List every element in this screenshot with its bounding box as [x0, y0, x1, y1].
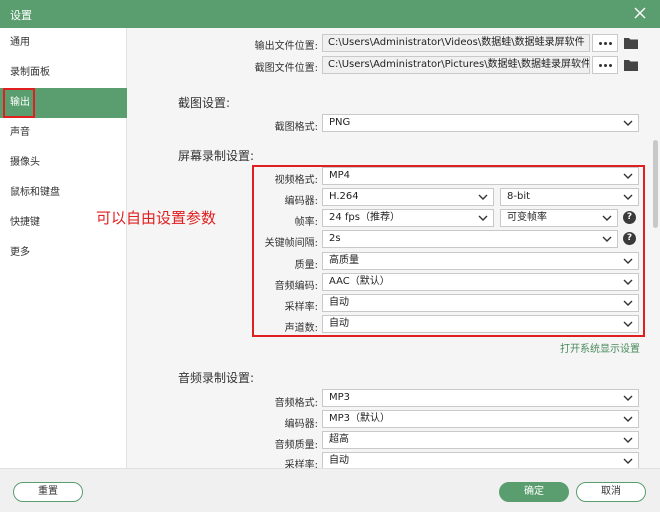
sidebar-item-general[interactable]: 通用 [0, 28, 127, 58]
video-path-label: 输出文件位置: [254, 41, 318, 52]
annotation-text: 可以自由设置参数 [96, 209, 217, 227]
chevron-down-icon [623, 120, 633, 126]
audio-format-value: MP3 [329, 392, 351, 403]
scrollbar-thumb[interactable] [653, 140, 658, 228]
sidebar-item-mouse-keyboard[interactable]: 鼠标和键盘 [0, 178, 127, 208]
window-title: 设置 [10, 9, 32, 22]
open-display-settings-link[interactable]: 打开系统显示设置 [560, 340, 640, 355]
screenshot-path-field[interactable]: C:\Users\Administrator\Pictures\数据蛙\数据蛙录… [322, 56, 590, 74]
video-folder-icon[interactable] [624, 37, 638, 49]
audio-quality-label: 音频质量: [274, 440, 318, 451]
audio-quality-select[interactable]: 超高 [322, 431, 639, 449]
title-bar: 设置 [0, 0, 660, 28]
ok-button[interactable]: 确定 [499, 482, 569, 502]
audio-format-label: 音频格式: [274, 398, 318, 409]
sidebar-item-more[interactable]: 更多 [0, 238, 127, 268]
chevron-down-icon [623, 458, 633, 464]
video-path-browse-button[interactable] [592, 34, 618, 52]
audio-recording-heading: 音频录制设置: [178, 371, 255, 385]
screenshot-path-browse-button[interactable] [592, 56, 618, 74]
screenshot-format-label: 截图格式: [274, 122, 318, 133]
screen-recording-heading: 屏幕录制设置: [178, 149, 255, 163]
audio-encoder-value: MP3（默认） [329, 413, 391, 424]
chevron-down-icon [623, 416, 633, 422]
settings-highlight-box [252, 165, 645, 337]
chevron-down-icon [623, 395, 633, 401]
cancel-button[interactable]: 取消 [576, 482, 646, 502]
close-icon[interactable] [632, 5, 648, 21]
screenshot-format-select[interactable]: PNG [322, 114, 639, 132]
screenshot-settings-heading: 截图设置: [178, 96, 231, 110]
output-highlight-box [3, 88, 35, 118]
sidebar-item-recording-panel[interactable]: 录制面板 [0, 58, 127, 88]
audio-quality-value: 超高 [329, 434, 349, 445]
reset-button[interactable]: 重置 [13, 482, 83, 502]
audio-encoder-select[interactable]: MP3（默认） [322, 410, 639, 428]
screenshot-path-label: 截图文件位置: [254, 63, 318, 74]
audio-format-select[interactable]: MP3 [322, 389, 639, 407]
audio-sample-rate-value: 自动 [329, 455, 349, 466]
footer: 重置 确定 取消 [0, 468, 660, 512]
screenshot-format-value: PNG [329, 117, 351, 128]
sidebar-item-sound[interactable]: 声音 [0, 118, 127, 148]
sidebar-item-camera[interactable]: 摄像头 [0, 148, 127, 178]
audio-encoder-label: 编码器: [284, 419, 318, 430]
video-path-field[interactable]: C:\Users\Administrator\Videos\数据蛙\数据蛙录屏软… [322, 34, 590, 52]
chevron-down-icon [623, 437, 633, 443]
screenshot-folder-icon[interactable] [624, 59, 638, 71]
